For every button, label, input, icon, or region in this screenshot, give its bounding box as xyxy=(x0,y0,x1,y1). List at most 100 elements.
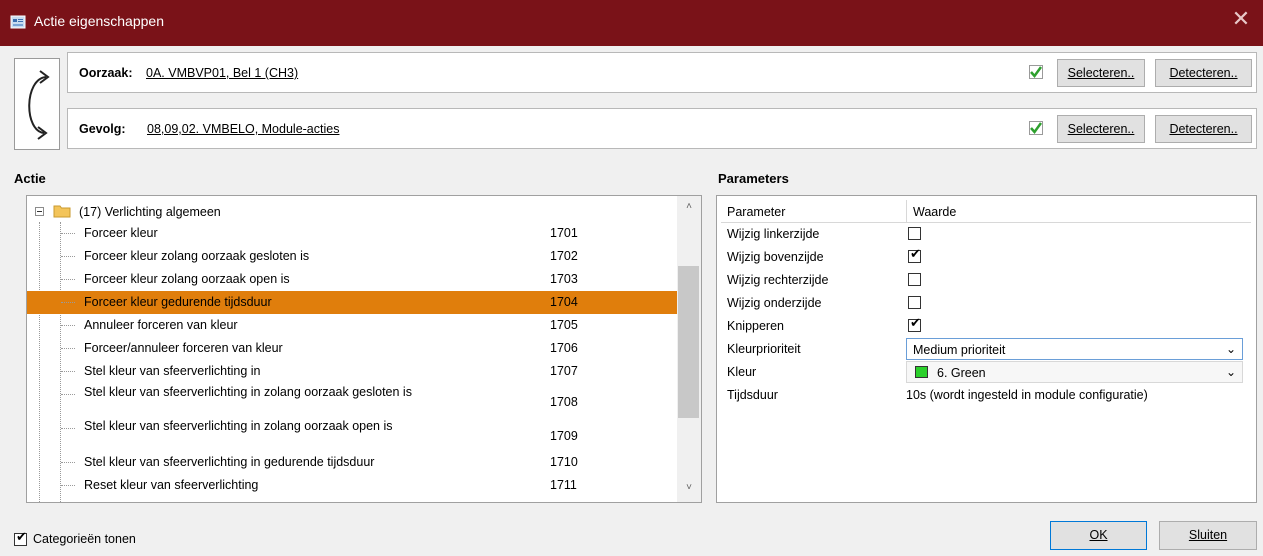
check-mark-icon: ✔ xyxy=(910,316,921,331)
column-separator xyxy=(906,200,907,222)
tree-connector xyxy=(61,371,75,372)
ok-button[interactable]: OK xyxy=(1050,521,1147,550)
gevolg-row: Gevolg: 08,09,02. VMBELO, Module-acties … xyxy=(67,108,1257,149)
list-item[interactable]: Forceer kleur 1701 xyxy=(27,222,677,245)
list-item[interactable]: Forceer/annuleer forceren van kleur 1706 xyxy=(27,337,677,360)
tree-connector xyxy=(61,279,75,280)
swap-direction-button[interactable] xyxy=(14,58,60,150)
action-name: Forceer kleur gedurende tijdsduur xyxy=(84,295,272,309)
chevron-down-icon: ⌄ xyxy=(1225,342,1236,356)
kleurprioriteit-dropdown[interactable]: Medium prioriteit ⌄ xyxy=(906,338,1243,360)
param-row: Wijzig rechterzijde xyxy=(721,269,1251,292)
list-item[interactable]: Forceer kleur zolang oorzaak open is 1703 xyxy=(27,268,677,291)
oorzaak-select-button[interactable]: Selecteren.. xyxy=(1057,59,1145,87)
folder-icon xyxy=(53,205,71,218)
action-code: 1712 xyxy=(550,501,578,502)
dropdown-value: Medium prioriteit xyxy=(913,343,1006,357)
list-item[interactable]: Stel kleur van sfeerverlichting in gedur… xyxy=(27,451,677,474)
gevolg-select-button[interactable]: Selecteren.. xyxy=(1057,115,1145,143)
app-icon xyxy=(10,15,26,29)
action-code: 1705 xyxy=(550,318,578,332)
green-check-icon xyxy=(1029,121,1043,135)
action-name: Forceer kleur zolang oorzaak gesloten is xyxy=(84,249,310,263)
param-row-tijdsduur: Tijdsduur 10s (wordt ingesteld in module… xyxy=(721,384,1251,407)
param-name: Wijzig rechterzijde xyxy=(727,273,829,287)
scroll-thumb[interactable] xyxy=(678,266,699,418)
action-code: 1709 xyxy=(550,429,578,443)
col-waarde: Waarde xyxy=(913,205,957,219)
param-checkbox[interactable] xyxy=(908,227,921,240)
param-name: Kleur xyxy=(727,365,757,379)
action-name: Stel kleur van sfeerverlichting in zolan… xyxy=(84,385,412,399)
param-checkbox[interactable] xyxy=(908,296,921,309)
actie-heading: Actie xyxy=(14,171,46,186)
action-name: Onderdruk zijlede zolang oorzaak geslote… xyxy=(84,501,444,502)
action-name: Reset kleur van sfeerverlichting xyxy=(84,478,259,492)
tree-connector xyxy=(61,325,75,326)
list-item[interactable]: Onderdruk zijlede zolang oorzaak geslote… xyxy=(27,497,677,502)
tree-connector xyxy=(61,462,75,463)
oorzaak-row: Oorzaak: 0A. VMBVP01, Bel 1 (CH3) Select… xyxy=(67,52,1257,93)
tree-connector xyxy=(61,233,75,234)
tree-connector xyxy=(61,302,75,303)
action-name: Annuleer forceren van kleur xyxy=(84,318,238,332)
param-row: Wijzig bovenzijde ✔ xyxy=(721,246,1251,269)
tree-connector xyxy=(61,485,75,486)
action-name: Stel kleur van sfeerverlichting in zolan… xyxy=(84,419,393,433)
scroll-up-icon[interactable]: ˄ xyxy=(677,198,701,216)
param-name: Wijzig onderzijde xyxy=(727,296,822,310)
param-name: Tijdsduur xyxy=(727,388,778,402)
param-checkbox[interactable]: ✔ xyxy=(908,316,921,332)
list-item[interactable]: Annuleer forceren van kleur 1705 xyxy=(27,314,677,337)
oorzaak-detect-button[interactable]: Detecteren.. xyxy=(1155,59,1252,87)
show-categories-label: Categorieën tonen xyxy=(33,532,136,546)
scroll-down-icon[interactable]: ˅ xyxy=(677,479,701,497)
tree-connector xyxy=(61,428,75,429)
list-item[interactable]: Stel kleur van sfeerverlichting in zolan… xyxy=(27,417,677,451)
action-code: 1704 xyxy=(550,295,578,309)
grid-header: Parameter Waarde xyxy=(721,200,1251,223)
gevolg-detect-button[interactable]: Detecteren.. xyxy=(1155,115,1252,143)
param-row: Wijzig linkerzijde xyxy=(721,223,1251,246)
action-code: 1711 xyxy=(550,478,577,492)
close-button[interactable]: Sluiten xyxy=(1159,521,1257,550)
show-categories-checkbox[interactable]: ✔ xyxy=(14,530,27,546)
check-mark-icon: ✔ xyxy=(910,247,921,262)
vertical-scrollbar[interactable]: ˄ ˅ xyxy=(677,196,701,502)
action-name: Forceer kleur zolang oorzaak open is xyxy=(84,272,290,286)
tree-connector xyxy=(61,394,75,395)
tree-root-label: (17) Verlichting algemeen xyxy=(79,205,221,219)
oorzaak-link[interactable]: 0A. VMBVP01, Bel 1 (CH3) xyxy=(146,66,298,80)
kleur-dropdown[interactable]: 6. Green ⌄ xyxy=(906,361,1243,383)
action-code: 1706 xyxy=(550,341,578,355)
close-icon[interactable]: ✕ xyxy=(1219,0,1263,46)
tree-connector xyxy=(61,256,75,257)
param-row: Knipperen ✔ xyxy=(721,315,1251,338)
collapse-icon[interactable] xyxy=(35,207,44,216)
tree-connector xyxy=(61,348,75,349)
list-item[interactable]: Forceer kleur gedurende tijdsduur 1704 xyxy=(27,291,677,314)
color-swatch xyxy=(915,366,928,378)
list-item[interactable]: Stel kleur van sfeerverlichting in 1707 xyxy=(27,360,677,383)
action-code: 1708 xyxy=(550,395,578,409)
action-code: 1707 xyxy=(550,364,578,378)
param-checkbox[interactable]: ✔ xyxy=(908,247,921,263)
col-parameter: Parameter xyxy=(727,205,786,219)
action-code: 1710 xyxy=(550,455,578,469)
curved-arrow-icon xyxy=(28,70,50,140)
list-item[interactable]: Forceer kleur zolang oorzaak gesloten is… xyxy=(27,245,677,268)
param-checkbox[interactable] xyxy=(908,273,921,286)
title-bar: Actie eigenschappen ✕ xyxy=(0,0,1263,46)
param-row-kleurprioriteit: Kleurprioriteit Medium prioriteit ⌄ xyxy=(721,338,1251,361)
param-name: Wijzig bovenzijde xyxy=(727,250,824,264)
list-item[interactable]: Stel kleur van sfeerverlichting in zolan… xyxy=(27,383,677,417)
parameters-heading: Parameters xyxy=(718,171,789,186)
param-value: 10s (wordt ingesteld in module configura… xyxy=(906,388,1148,402)
param-name: Knipperen xyxy=(727,319,784,333)
parameters-grid: Parameter Waarde Wijzig linkerzijde Wijzi… xyxy=(716,195,1257,503)
list-item[interactable]: Reset kleur van sfeerverlichting 1711 xyxy=(27,474,677,497)
chevron-down-icon: ⌄ xyxy=(1225,365,1236,379)
gevolg-label: Gevolg: xyxy=(79,122,126,136)
actie-tree[interactable]: (17) Verlichting algemeen Forceer kleur 1… xyxy=(26,195,702,503)
gevolg-link[interactable]: 08,09,02. VMBELO, Module-acties xyxy=(147,122,339,136)
